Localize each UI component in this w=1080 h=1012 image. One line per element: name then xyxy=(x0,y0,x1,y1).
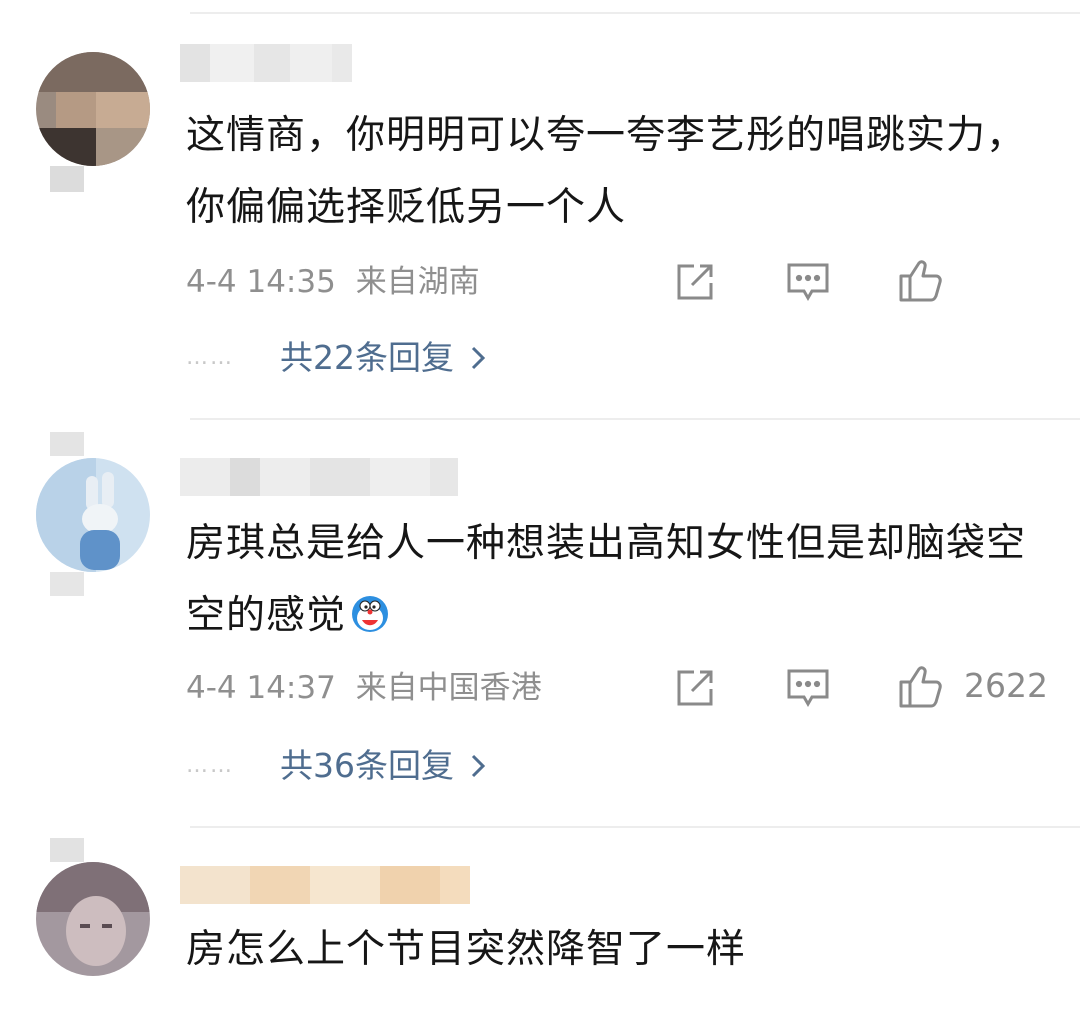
view-replies-link[interactable]: …… 共22条回复 xyxy=(186,336,486,380)
avatar[interactable] xyxy=(36,862,150,976)
username-blurred[interactable] xyxy=(180,866,470,904)
avatar-mosaic xyxy=(50,166,90,192)
like-button[interactable]: 2622 xyxy=(898,664,1048,708)
avatar-mosaic xyxy=(50,432,90,456)
ellipsis-icon: …… xyxy=(186,345,234,370)
comment-meta: 4-4 14:37 来自中国香港 xyxy=(186,668,542,708)
comment-location: 来自中国香港 xyxy=(355,670,542,706)
thumbs-up-icon xyxy=(899,666,942,708)
view-replies-link[interactable]: …… 共36条回复 xyxy=(186,744,486,788)
comment-text-body: 房琪总是给人一种想装出高知女性但是却脑袋空空的感觉 xyxy=(186,521,1027,638)
comment-date: 4-4 14:35 xyxy=(186,264,336,300)
share-button[interactable] xyxy=(674,666,716,710)
username-blurred[interactable] xyxy=(180,44,352,82)
comment-divider xyxy=(190,418,1080,420)
share-icon xyxy=(677,264,713,300)
share-button[interactable] xyxy=(674,260,716,304)
comment-date: 4-4 14:37 xyxy=(186,670,336,706)
comment-icon xyxy=(787,669,829,708)
comment-button[interactable] xyxy=(786,666,830,710)
avatar-mosaic xyxy=(50,572,90,596)
comment-location: 来自湖南 xyxy=(355,264,480,300)
avatar[interactable] xyxy=(36,52,150,166)
comment-button[interactable] xyxy=(786,260,830,304)
like-count: 2622 xyxy=(964,666,1048,705)
avatar-mosaic xyxy=(50,838,90,862)
comment-divider xyxy=(190,826,1080,828)
ellipsis-icon: …… xyxy=(186,753,234,778)
avatar[interactable] xyxy=(36,458,150,572)
like-button[interactable] xyxy=(898,258,964,302)
comment-text: 这情商，你明明可以夸一夸李艺彤的唱跳实力，你偏偏选择贬低另一个人 xyxy=(186,113,1027,230)
share-icon xyxy=(677,670,713,706)
comment-icon xyxy=(787,263,829,302)
chevron-right-icon xyxy=(471,754,486,778)
doraemon-emoji-icon xyxy=(352,596,389,632)
reply-count: 共36条回复 xyxy=(280,746,454,785)
comment-text: 房琪总是给人一种想装出高知女性但是却脑袋空空的感觉 xyxy=(186,508,1056,652)
top-divider xyxy=(190,12,1080,14)
comment-meta: 4-4 14:35 来自湖南 xyxy=(186,262,480,302)
username-blurred[interactable] xyxy=(180,458,458,496)
thumbs-up-icon xyxy=(899,260,942,302)
comment-text: 房怎么上个节目突然降智了一样 xyxy=(186,927,747,972)
reply-count: 共22条回复 xyxy=(280,338,454,377)
chevron-right-icon xyxy=(471,346,486,370)
